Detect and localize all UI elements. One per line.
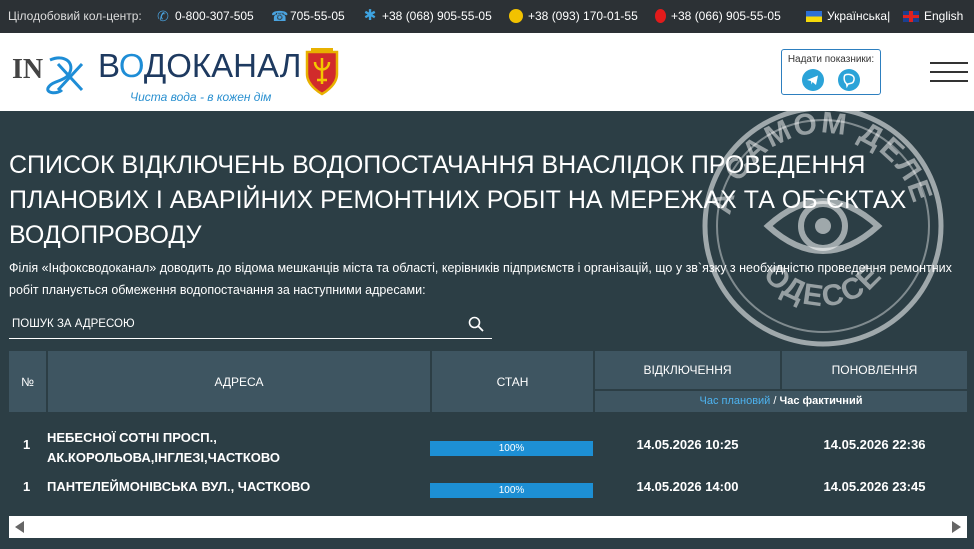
row-progress-bar: 100% — [430, 483, 593, 498]
infox-logo-icon[interactable]: IN — [12, 50, 87, 96]
uk-flag-icon — [903, 10, 919, 22]
row-address: ПАНТЕЛЕЙМОНІВСЬКА ВУЛ., ЧАСТКОВО — [47, 479, 311, 494]
intro-text: Філія «Інфоксводоканал» доводить до відо… — [9, 261, 952, 297]
column-header-address: АДРЕСА — [214, 374, 264, 389]
phone-link-vodafone[interactable]: +38 (066) 905-55-05 — [655, 9, 781, 23]
row-restore-time: 14.05.2026 22:36 — [823, 437, 926, 452]
scroll-left-icon[interactable] — [15, 521, 24, 533]
column-header-restore: ПОНОВЛЕННЯ — [831, 363, 918, 377]
callcenter-label: Цілодобовий кол-центр: — [8, 9, 142, 23]
horizontal-scrollbar[interactable] — [9, 516, 967, 538]
readings-label: Надати показники: — [787, 54, 875, 65]
progress-label: 100% — [498, 443, 525, 454]
row-shutoff-time: 14.05.2026 10:25 — [636, 437, 739, 452]
legend-actual: Час фактичний — [779, 395, 863, 407]
phone-link-landline[interactable]: ☎ 705-55-05 — [271, 9, 345, 23]
table-row: 1 НЕБЕСНОЇ СОТНІ ПРОСП., АК.КОРОЛЬОВА,ІН… — [9, 428, 967, 468]
viber-icon[interactable] — [838, 69, 860, 91]
column-header-shutoff: ВІДКЛЮЧЕННЯ — [643, 363, 732, 377]
lifecell-icon — [509, 9, 523, 23]
logo-slogan: Чиста вода - в кожен дім — [130, 90, 272, 104]
search-icon[interactable] — [468, 316, 484, 332]
vodafone-icon — [655, 9, 666, 23]
address-search-input[interactable] — [9, 312, 449, 336]
menu-hamburger-icon[interactable] — [930, 62, 968, 86]
odesa-coat-of-arms-icon — [305, 48, 339, 96]
svg-text:IN: IN — [12, 54, 43, 85]
vodokanal-logo-text[interactable]: ВОДОКАНАЛ — [98, 47, 301, 85]
column-header-number: № — [21, 374, 34, 389]
row-address: НЕБЕСНОЇ СОТНІ ПРОСП., АК.КОРОЛЬОВА,ІНГЛ… — [47, 430, 281, 465]
table-row: 1 ПАНТЕЛЕЙМОНІВСЬКА ВУЛ., ЧАСТКОВО 100% … — [9, 478, 967, 500]
row-restore-time: 14.05.2026 23:45 — [823, 479, 926, 494]
top-bar: Цілодобовий кол-центр: ✆ 0-800-307-505 ☎… — [0, 0, 974, 33]
table-header: № АДРЕСА СТАН ВІДКЛЮЧЕННЯ ПОНОВЛЕННЯ Час… — [9, 351, 967, 412]
lang-ukrainian-link[interactable]: Українська| — [806, 9, 890, 23]
scroll-right-icon[interactable] — [952, 521, 961, 533]
row-shutoff-time: 14.05.2026 14:00 — [636, 479, 739, 494]
row-number: 1 — [23, 437, 31, 452]
row-progress-bar: 100% — [430, 441, 593, 456]
time-legend: Час плановий / Час фактичний — [699, 395, 863, 407]
column-header-state: СТАН — [496, 374, 529, 389]
ukraine-flag-icon — [806, 10, 822, 22]
page-title: СПИСОК ВІДКЛЮЧЕНЬ ВОДОПОСТАЧАННЯ ВНАСЛІД… — [9, 151, 907, 249]
submit-readings-box: Надати показники: — [781, 49, 881, 95]
legend-planned: Час плановий — [699, 395, 771, 407]
phone-link-kyivstar[interactable]: ✱ +38 (068) 905-55-05 — [363, 7, 492, 24]
lang-english-link[interactable]: English — [903, 9, 963, 23]
landline-icon: ☎ — [271, 8, 289, 24]
phone-link-lifecell[interactable]: +38 (093) 170-01-55 — [509, 9, 638, 23]
site-header: IN ВОДОКАНАЛ Чиста вода - в кожен дім На… — [0, 33, 974, 111]
telegram-icon[interactable] — [802, 69, 824, 91]
kyivstar-icon: ✱ — [363, 7, 377, 24]
phone-icon: ✆ — [157, 8, 169, 24]
address-search — [9, 312, 492, 339]
phone-link-hotline[interactable]: ✆ 0-800-307-505 — [156, 9, 254, 23]
row-number: 1 — [23, 479, 31, 494]
progress-label: 100% — [498, 485, 525, 496]
